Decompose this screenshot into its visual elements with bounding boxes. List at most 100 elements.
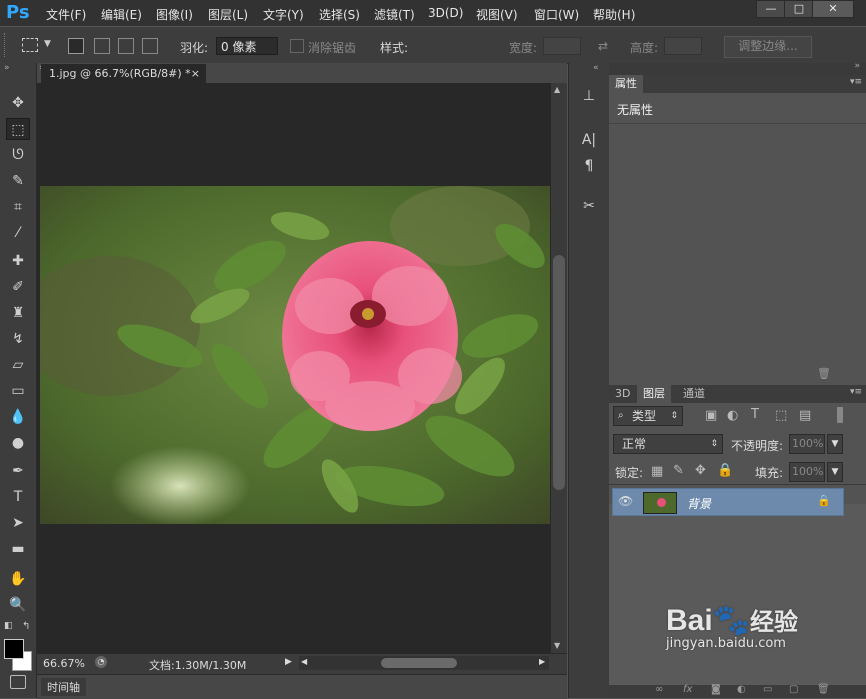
menu-layer[interactable]: 图层(L) — [208, 6, 248, 23]
vertical-scroll-thumb[interactable] — [553, 255, 565, 490]
tab-channels[interactable]: 通道 — [677, 385, 711, 403]
lock-transparency-icon[interactable]: ▦ — [651, 464, 663, 479]
clone-stamp-tool-icon[interactable]: ♜ — [6, 302, 30, 324]
menu-select[interactable]: 选择(S) — [319, 6, 360, 23]
lasso-tool-icon[interactable]: ᘎ — [6, 144, 30, 166]
add-selection-icon[interactable] — [94, 38, 110, 54]
document-image[interactable] — [40, 186, 550, 524]
trash-icon[interactable]: 🗑 — [817, 684, 830, 695]
foreground-color-swatch[interactable] — [4, 639, 24, 659]
panel-menu-icon[interactable]: ▾≡ — [850, 77, 862, 87]
hand-tool-icon[interactable]: ✋ — [6, 568, 30, 590]
menu-filter[interactable]: 滤镜(T) — [374, 6, 415, 23]
lock-pixels-icon[interactable]: ✎ — [673, 463, 684, 478]
scroll-left-icon[interactable]: ◀ — [301, 657, 307, 666]
crop-tool-icon[interactable]: ⌗ — [6, 196, 30, 218]
lock-all-icon[interactable]: 🔒 — [717, 463, 733, 478]
filter-shape-icon[interactable]: ⬚ — [775, 408, 787, 423]
link-icon[interactable]: ∞ — [655, 684, 663, 695]
path-selection-tool-icon[interactable]: ➤ — [6, 512, 30, 534]
horizontal-scrollbar[interactable]: ◀ ▶ — [299, 656, 549, 670]
layer-visibility-eye-icon[interactable]: 👁 — [618, 494, 633, 508]
tab-layers[interactable]: 图层 — [637, 385, 671, 403]
swap-colors-icon[interactable]: ↰ — [22, 621, 30, 632]
feather-input[interactable]: 0 像素 — [216, 37, 278, 55]
blend-mode-select[interactable]: 正常 ⇕ — [613, 434, 723, 454]
filter-adjustment-icon[interactable]: ◐ — [727, 408, 738, 423]
collapse-icon[interactable]: » — [4, 63, 10, 73]
rectangle-tool-icon[interactable]: ▬ — [6, 538, 30, 560]
horizontal-scroll-thumb[interactable] — [381, 658, 457, 668]
tab-properties[interactable]: 属性 — [609, 75, 643, 93]
close-button[interactable]: ✕ — [812, 0, 854, 18]
opacity-input[interactable]: 100% — [789, 434, 825, 454]
mask-icon[interactable]: ◙ — [711, 684, 721, 695]
scroll-down-icon[interactable]: ▼ — [554, 641, 560, 650]
blur-tool-icon[interactable]: 💧 — [6, 406, 30, 428]
refine-edge-button[interactable]: 调整边缘... — [724, 36, 812, 58]
layer-filter-select[interactable]: ⌕ 类型 ⇕ — [613, 406, 683, 426]
fill-dropdown-icon[interactable]: ▼ — [827, 462, 843, 482]
tab-3d[interactable]: 3D — [609, 385, 636, 403]
paragraph-panel-icon[interactable]: ¶ — [577, 155, 601, 177]
quick-selection-tool-icon[interactable]: ✎ — [6, 170, 30, 192]
clone-source-icon[interactable]: ⊥ — [577, 85, 601, 107]
collapse-icon[interactable]: » — [854, 61, 860, 71]
chevron-down-icon[interactable]: ▼ — [44, 39, 51, 49]
lock-position-icon[interactable]: ✥ — [695, 463, 706, 478]
swap-icon[interactable]: ⇄ — [598, 39, 608, 53]
subtract-selection-icon[interactable] — [118, 38, 134, 54]
menu-3d[interactable]: 3D(D) — [428, 6, 463, 20]
pen-tool-icon[interactable]: ✒ — [6, 460, 30, 482]
maximize-button[interactable]: □ — [784, 0, 814, 18]
intersect-selection-icon[interactable] — [142, 38, 158, 54]
fill-input[interactable]: 100% — [789, 462, 825, 482]
healing-brush-tool-icon[interactable]: ✚ — [6, 250, 30, 272]
filter-smart-object-icon[interactable]: ▤ — [799, 408, 811, 423]
width-input[interactable] — [543, 37, 581, 55]
scroll-up-icon[interactable]: ▲ — [554, 85, 560, 94]
close-tab-icon[interactable]: × — [191, 64, 200, 83]
brush-tool-icon[interactable]: ✐ — [6, 276, 30, 298]
minimize-button[interactable]: — — [756, 0, 786, 18]
height-input[interactable] — [664, 37, 702, 55]
menu-view[interactable]: 视图(V) — [476, 6, 518, 23]
status-menu-arrow-icon[interactable]: ▶ — [285, 657, 292, 667]
marquee-tool-icon[interactable]: ⬚ — [6, 118, 30, 140]
history-brush-tool-icon[interactable]: ↯ — [6, 328, 30, 350]
layer-row-background[interactable]: 背景 🔒 — [612, 488, 844, 516]
dodge-tool-icon[interactable]: ● — [6, 432, 30, 454]
default-colors-icon[interactable]: ◧ — [4, 621, 13, 631]
collapse-icon[interactable]: « — [593, 63, 599, 73]
eyedropper-tool-icon[interactable]: ⁄ — [6, 222, 30, 244]
filter-toggle-switch[interactable] — [837, 407, 843, 423]
quick-mask-icon[interactable] — [10, 675, 26, 689]
group-icon[interactable]: ▭ — [763, 684, 772, 695]
type-tool-icon[interactable]: T — [6, 486, 30, 508]
adjustment-icon[interactable]: ◐ — [737, 684, 746, 695]
timeline-tab[interactable]: 时间轴 — [41, 678, 86, 696]
menu-type[interactable]: 文字(Y) — [263, 6, 304, 23]
move-tool-icon[interactable]: ✥ — [6, 92, 30, 114]
filter-type-icon[interactable]: T — [751, 407, 759, 422]
share-icon[interactable]: ◔ — [95, 656, 107, 668]
eraser-tool-icon[interactable]: ▱ — [6, 354, 30, 376]
new-layer-icon[interactable]: ▢ — [789, 684, 798, 695]
layer-name[interactable]: 背景 — [687, 495, 711, 512]
document-tab[interactable]: 1.jpg @ 66.7%(RGB/8#) * × — [41, 64, 206, 83]
opacity-dropdown-icon[interactable]: ▼ — [827, 434, 843, 454]
zoom-level[interactable]: 66.67% — [43, 657, 85, 670]
scroll-right-icon[interactable]: ▶ — [539, 657, 545, 666]
new-selection-icon[interactable] — [68, 38, 84, 54]
panel-menu-icon[interactable]: ▾≡ — [850, 387, 862, 397]
antialias-checkbox[interactable] — [290, 39, 304, 53]
menu-edit[interactable]: 编辑(E) — [101, 6, 142, 23]
fx-icon[interactable]: fx — [683, 684, 692, 695]
character-panel-icon[interactable]: A| — [577, 129, 601, 151]
menu-window[interactable]: 窗口(W) — [534, 6, 579, 23]
filter-pixel-icon[interactable]: ▣ — [705, 408, 717, 423]
zoom-tool-icon[interactable]: 🔍 — [6, 594, 30, 616]
tool-presets-icon[interactable]: ✂ — [577, 195, 601, 217]
menu-file[interactable]: 文件(F) — [46, 6, 86, 23]
menu-image[interactable]: 图像(I) — [156, 6, 193, 23]
